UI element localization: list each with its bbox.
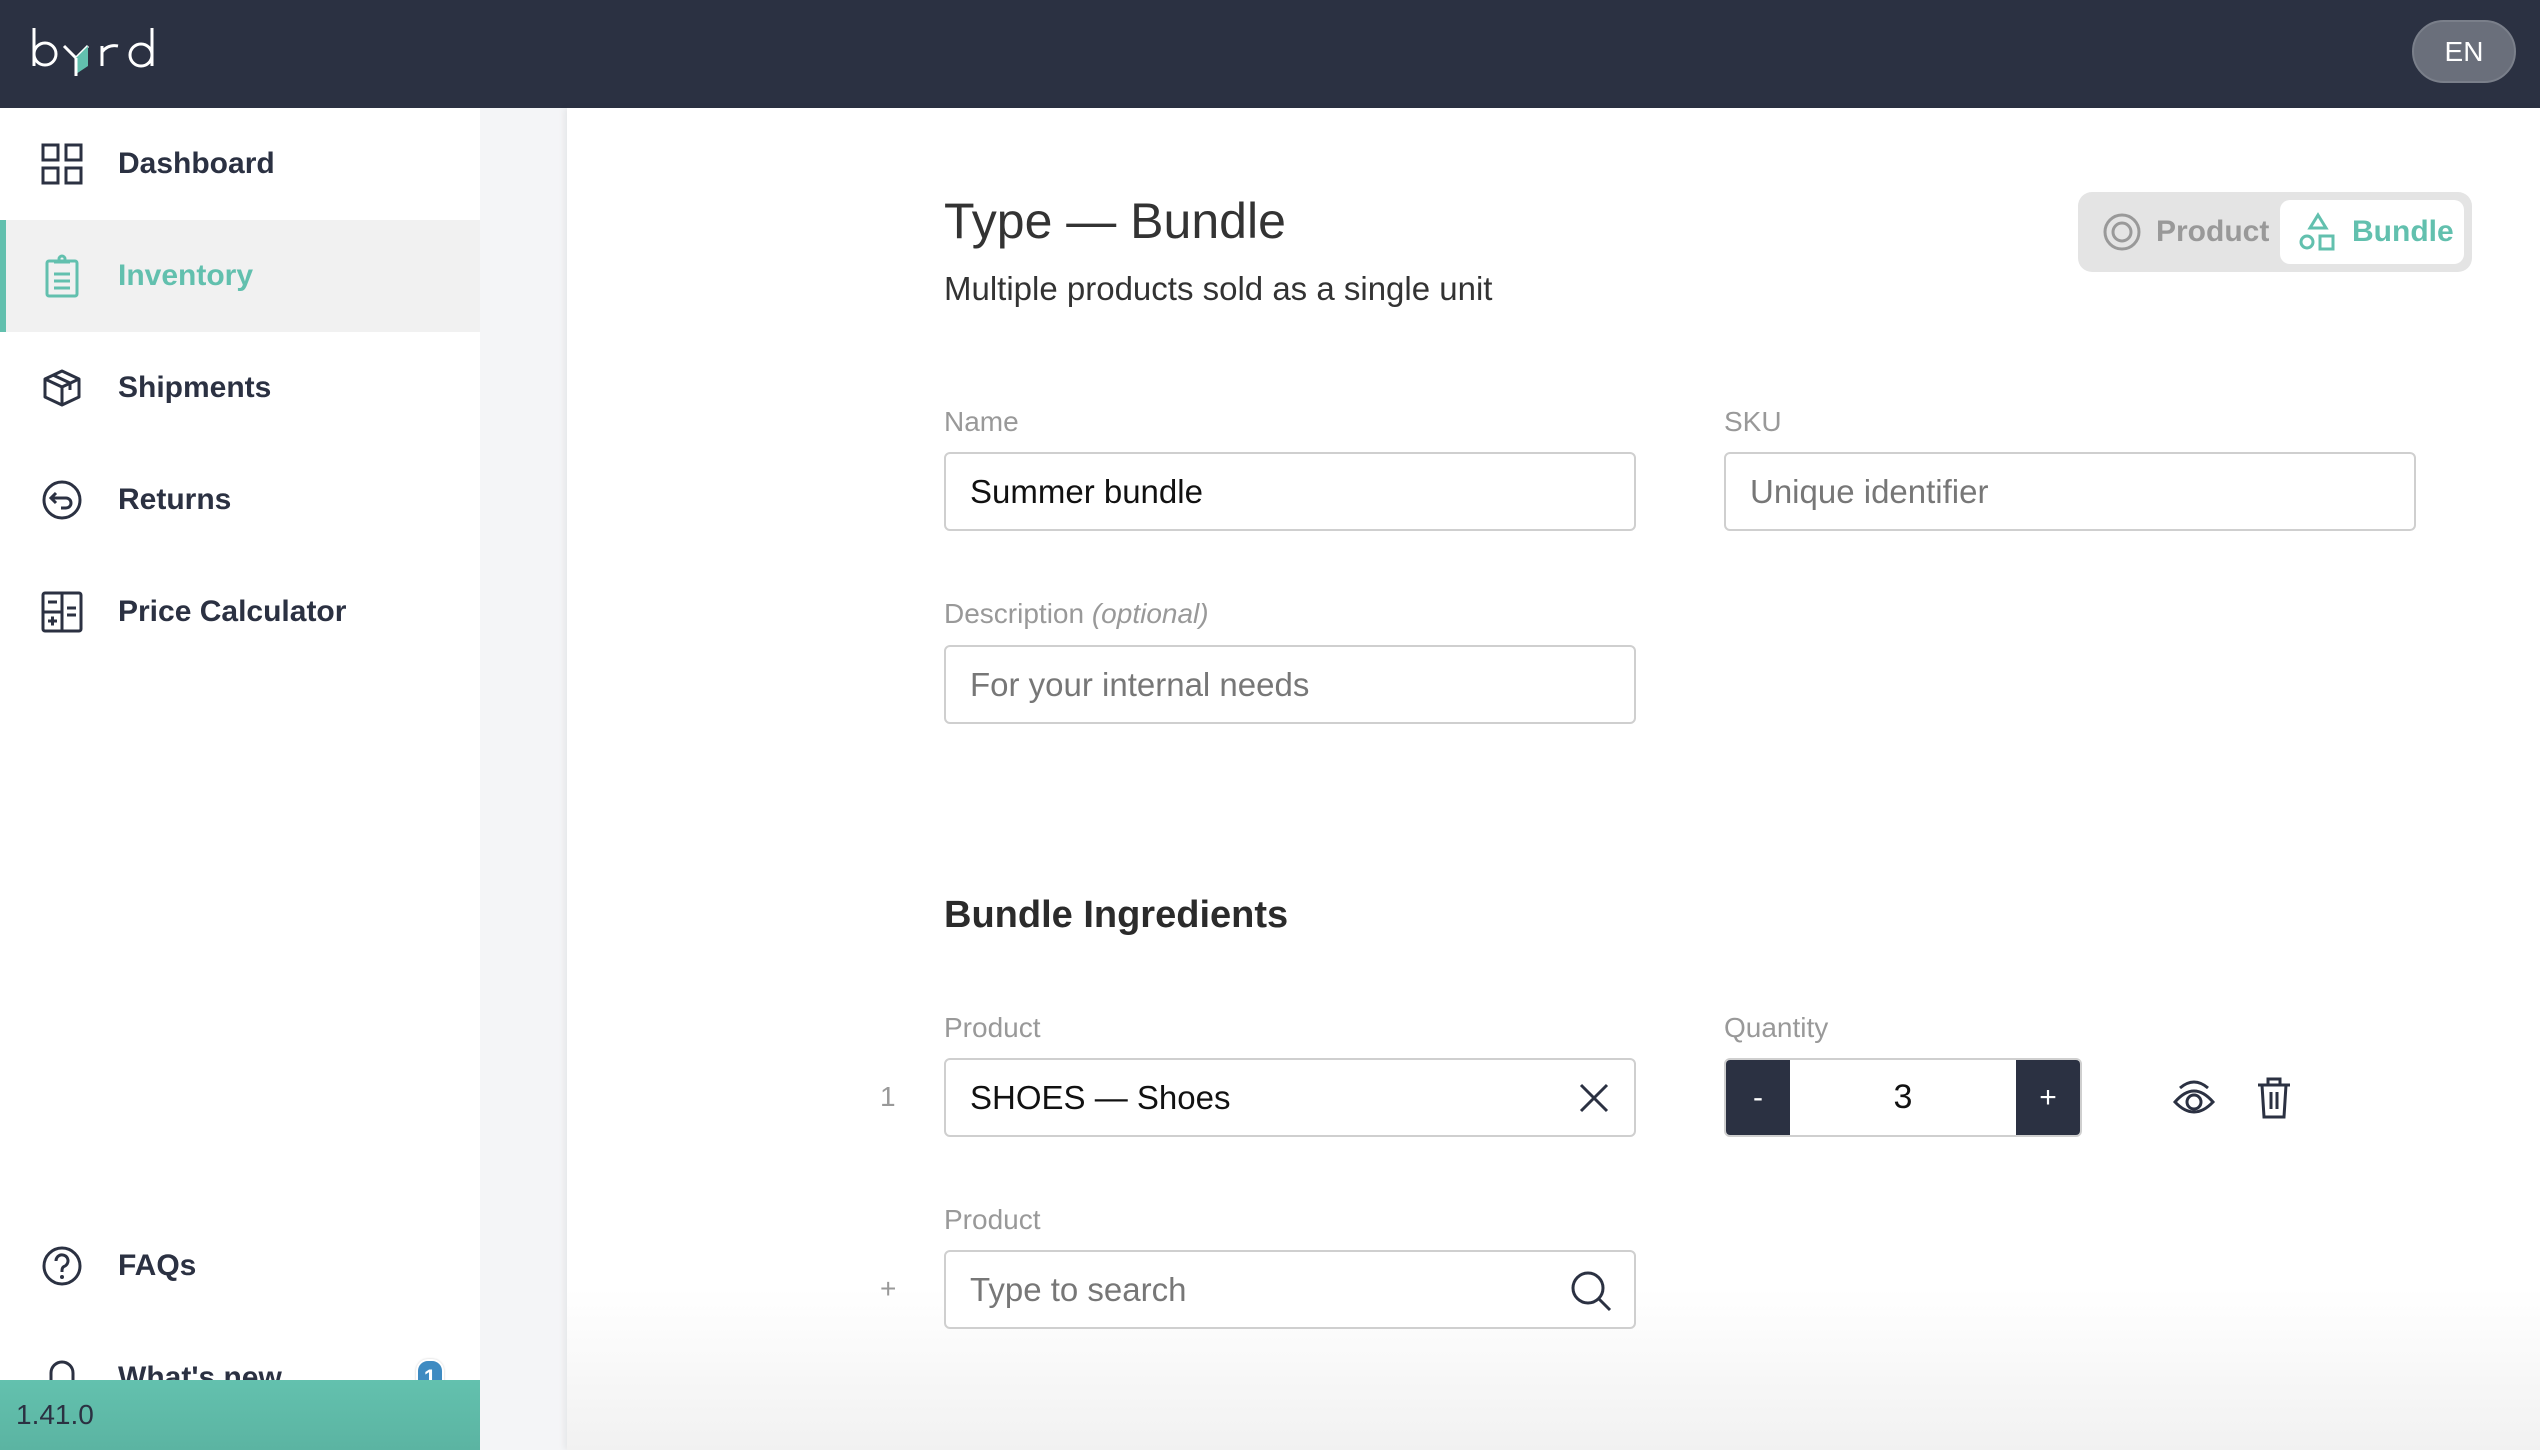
product-search-input[interactable]: Type to search — [944, 1250, 1636, 1329]
quantity-stepper: - 3 + — [1724, 1058, 2082, 1137]
quantity-input[interactable]: 3 — [1790, 1060, 2016, 1135]
byrd-logo[interactable] — [30, 22, 160, 82]
sidebar-item-faqs[interactable]: FAQs — [0, 1210, 480, 1322]
sidebar-item-inventory[interactable]: Inventory — [0, 220, 480, 332]
increment-button[interactable]: + — [2016, 1060, 2080, 1135]
sidebar-item-shipments[interactable]: Shipments — [0, 332, 480, 444]
view-icon[interactable] — [2172, 1076, 2216, 1120]
name-input[interactable]: Summer bundle — [944, 452, 1636, 531]
return-arrow-icon — [40, 478, 84, 522]
top-bar: EN — [0, 0, 2540, 108]
clear-icon[interactable] — [1576, 1080, 1612, 1116]
page-subtitle: Multiple products sold as a single unit — [944, 270, 1493, 307]
sidebar-item-label: Inventory — [118, 259, 254, 292]
sku-label: SKU — [1724, 406, 1782, 437]
sidebar-item-label: Shipments — [118, 371, 272, 404]
trash-icon[interactable] — [2252, 1076, 2296, 1120]
product-label: Product — [944, 1012, 1041, 1043]
type-option-label: Product — [2156, 215, 2270, 248]
shapes-icon — [2299, 212, 2335, 251]
page-title: Type — Bundle — [944, 193, 1286, 249]
main-panel — [567, 108, 2540, 1450]
question-circle-icon — [40, 1244, 84, 1288]
language-selector[interactable]: EN — [2412, 20, 2516, 83]
app-version: 1.41.0 — [0, 1380, 480, 1450]
clipboard-icon — [40, 254, 84, 298]
bundle-ingredients-heading: Bundle Ingredients — [944, 894, 1289, 936]
product-select-value: SHOES — Shoes — [970, 1078, 1231, 1116]
sku-input-placeholder: Unique identifier — [1750, 472, 1989, 510]
type-option-bundle[interactable]: Bundle — [2280, 200, 2464, 264]
type-toggle: Product Bundle — [2078, 192, 2472, 272]
description-input-placeholder: For your internal needs — [970, 665, 1310, 703]
decrement-button[interactable]: - — [1726, 1060, 1790, 1135]
description-input[interactable]: For your internal needs — [944, 645, 1636, 724]
sidebar-item-price-calculator[interactable]: Price Calculator — [0, 556, 480, 668]
sidebar-item-label: Dashboard — [118, 147, 275, 180]
content-gutter — [480, 108, 567, 1450]
description-label: Description (optional) — [944, 598, 1209, 630]
ingredient-row-index: 1 — [880, 1081, 896, 1112]
type-option-label: Bundle — [2352, 215, 2454, 248]
quantity-label: Quantity — [1724, 1012, 1829, 1043]
calculator-icon — [40, 590, 84, 634]
type-option-product[interactable]: Product — [2102, 200, 2269, 264]
name-label: Name — [944, 406, 1019, 437]
package-icon — [40, 366, 84, 410]
sidebar-item-label: Price Calculator — [118, 595, 347, 628]
product-select[interactable]: SHOES — Shoes — [944, 1058, 1636, 1137]
optional-hint: (optional) — [1091, 598, 1209, 629]
sku-input[interactable]: Unique identifier — [1724, 452, 2416, 531]
sidebar: Dashboard Inventory Shipments Returns Pr… — [0, 108, 480, 1450]
product-label: Product — [944, 1204, 1041, 1235]
product-search-placeholder: Type to search — [970, 1270, 1187, 1308]
target-circle-icon — [2103, 213, 2141, 251]
sidebar-item-label: FAQs — [118, 1249, 197, 1282]
logo-icon — [32, 28, 154, 76]
sidebar-item-returns[interactable]: Returns — [0, 444, 480, 556]
search-icon[interactable] — [1570, 1270, 1612, 1312]
add-row-indicator: + — [880, 1273, 897, 1304]
grid-icon — [40, 142, 84, 186]
sidebar-item-dashboard[interactable]: Dashboard — [0, 108, 480, 220]
sidebar-item-label: Returns — [118, 483, 232, 516]
name-input-value: Summer bundle — [970, 472, 1203, 510]
description-label-text: Description — [944, 598, 1085, 629]
